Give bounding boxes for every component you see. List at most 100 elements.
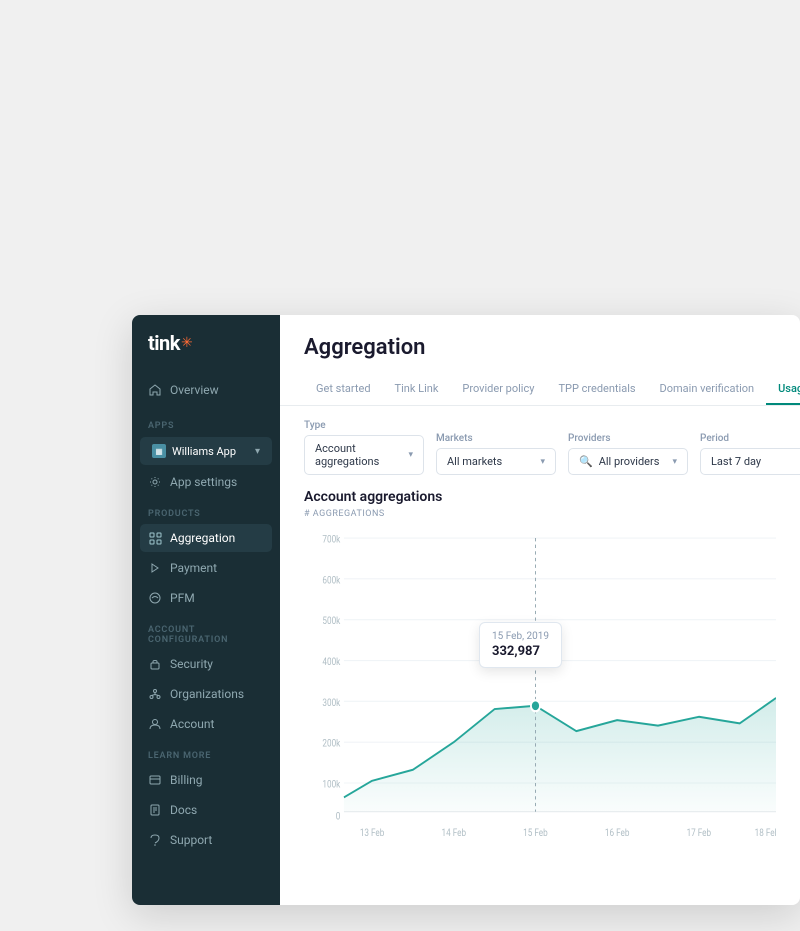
providers-filter-label: Providers — [568, 433, 688, 444]
svg-text:200k: 200k — [322, 739, 340, 750]
chart-title: Account aggregations — [304, 489, 776, 505]
docs-icon — [148, 803, 162, 817]
type-filter-select[interactable]: Account aggregations ▾ — [304, 435, 424, 475]
providers-filter-select[interactable]: 🔍 All providers ▾ — [568, 448, 688, 475]
period-filter-label: Period — [700, 433, 800, 444]
sidebar-item-docs[interactable]: Docs — [140, 796, 272, 824]
type-filter-label: Type — [304, 420, 424, 431]
overview-label: Overview — [170, 383, 219, 397]
chevron-down-icon: ▾ — [255, 446, 260, 457]
tooltip-date: 15 Feb, 2019 — [492, 631, 549, 642]
aggregation-label: Aggregation — [170, 531, 235, 545]
pfm-label: PFM — [170, 591, 195, 605]
chart-tooltip: 15 Feb, 2019 332,987 — [479, 622, 562, 668]
docs-label: Docs — [170, 803, 197, 817]
sidebar-item-overview[interactable]: Overview — [132, 375, 280, 405]
tab-tink-link[interactable]: Tink Link — [383, 374, 451, 405]
tooltip-value: 332,987 — [492, 644, 549, 659]
security-label: Security — [170, 657, 213, 671]
chart-subtitle: # AGGREGATIONS — [304, 509, 776, 519]
logo: tink✳ — [132, 331, 280, 375]
sidebar-item-app-settings[interactable]: App settings — [132, 467, 280, 497]
type-filter-group: Type Account aggregations ▾ — [304, 420, 424, 475]
page-header: Aggregation Get started Tink Link Provid… — [280, 315, 800, 406]
pfm-icon — [148, 591, 162, 605]
tab-get-started[interactable]: Get started — [304, 374, 383, 405]
app-icon: ▦ — [152, 444, 166, 458]
page-tabs: Get started Tink Link Provider policy TP… — [304, 374, 776, 405]
chart-svg: 700k 600k 500k 400k 300k 200k 100k 0 13 … — [304, 527, 776, 847]
svg-text:700k: 700k — [322, 535, 340, 546]
sidebar-item-account[interactable]: Account — [140, 710, 272, 738]
tab-tpp-credentials[interactable]: TPP credentials — [546, 374, 647, 405]
sidebar-item-organizations[interactable]: Organizations — [140, 680, 272, 708]
gear-icon — [148, 475, 162, 489]
providers-filter-value: All providers — [599, 455, 660, 468]
markets-filter-value: All markets — [447, 455, 502, 468]
svg-text:0: 0 — [336, 812, 341, 823]
logo-star: ✳ — [181, 335, 193, 351]
svg-text:600k: 600k — [322, 576, 340, 587]
account-icon — [148, 717, 162, 731]
products-section-label: PRODUCTS — [132, 497, 280, 523]
billing-icon — [148, 773, 162, 787]
markets-filter-select[interactable]: All markets ▾ — [436, 448, 556, 475]
sidebar-item-aggregation[interactable]: Aggregation — [140, 524, 272, 552]
sidebar-item-security[interactable]: Security — [140, 650, 272, 678]
period-filter-group: Period Last 7 day ▾ — [700, 433, 800, 475]
payment-icon — [148, 561, 162, 575]
sidebar-item-pfm[interactable]: PFM — [140, 584, 272, 612]
svg-text:17 Feb: 17 Feb — [687, 828, 712, 839]
home-icon — [148, 383, 162, 397]
app-settings-label: App settings — [170, 475, 237, 489]
svg-text:400k: 400k — [322, 657, 340, 668]
chart-area: 700k 600k 500k 400k 300k 200k 100k 0 13 … — [304, 527, 776, 847]
payment-label: Payment — [170, 561, 217, 575]
period-filter-value: Last 7 day — [711, 455, 761, 468]
svg-text:18 Feb: 18 Feb — [755, 828, 776, 839]
filters-row: Type Account aggregations ▾ Markets All … — [280, 406, 800, 489]
chart-container: Account aggregations # AGGREGATIONS 700k — [280, 489, 800, 905]
app-selector-left: ▦ Williams App — [152, 444, 236, 458]
app-name: Williams App — [172, 445, 236, 458]
svg-text:100k: 100k — [322, 780, 340, 791]
type-filter-value: Account aggregations — [315, 442, 388, 468]
markets-filter-group: Markets All markets ▾ — [436, 433, 556, 475]
app-selector[interactable]: ▦ Williams App ▾ — [140, 437, 272, 465]
billing-label: Billing — [170, 773, 203, 787]
markets-filter-label: Markets — [436, 433, 556, 444]
org-icon — [148, 687, 162, 701]
apps-section-label: APPS — [132, 409, 280, 435]
svg-text:15 Feb: 15 Feb — [523, 828, 548, 839]
account-config-label: ACCOUNT CONFIGURATION — [132, 613, 280, 649]
support-label: Support — [170, 833, 212, 847]
type-chevron-icon: ▾ — [408, 450, 413, 460]
sidebar-item-billing[interactable]: Billing — [140, 766, 272, 794]
sidebar-item-payment[interactable]: Payment — [140, 554, 272, 582]
svg-text:16 Feb: 16 Feb — [605, 828, 630, 839]
logo-text: tink — [148, 331, 180, 355]
page-title: Aggregation — [304, 335, 776, 360]
lock-icon — [148, 657, 162, 671]
svg-text:500k: 500k — [322, 616, 340, 627]
learn-more-label: LEARN MORE — [132, 739, 280, 765]
support-icon — [148, 833, 162, 847]
tab-domain-verification[interactable]: Domain verification — [648, 374, 767, 405]
svg-text:300k: 300k — [322, 698, 340, 709]
providers-chevron-icon: ▾ — [672, 457, 677, 467]
sidebar-item-support[interactable]: Support — [140, 826, 272, 854]
svg-text:14 Feb: 14 Feb — [442, 828, 467, 839]
account-label: Account — [170, 717, 214, 731]
app-container: tink✳ Overview APPS ▦ Williams App ▾ — [132, 315, 800, 905]
aggregation-icon — [148, 531, 162, 545]
organizations-label: Organizations — [170, 687, 244, 701]
sidebar: tink✳ Overview APPS ▦ Williams App ▾ — [132, 315, 280, 905]
period-filter-select[interactable]: Last 7 day ▾ — [700, 448, 800, 475]
providers-filter-group: Providers 🔍 All providers ▾ — [568, 433, 688, 475]
svg-text:13 Feb: 13 Feb — [360, 828, 385, 839]
main-content: Aggregation Get started Tink Link Provid… — [280, 315, 800, 905]
tab-usage-reports[interactable]: Usage reports — [766, 374, 800, 405]
markets-chevron-icon: ▾ — [540, 457, 545, 467]
tab-provider-policy[interactable]: Provider policy — [450, 374, 546, 405]
search-icon: 🔍 — [579, 455, 593, 468]
